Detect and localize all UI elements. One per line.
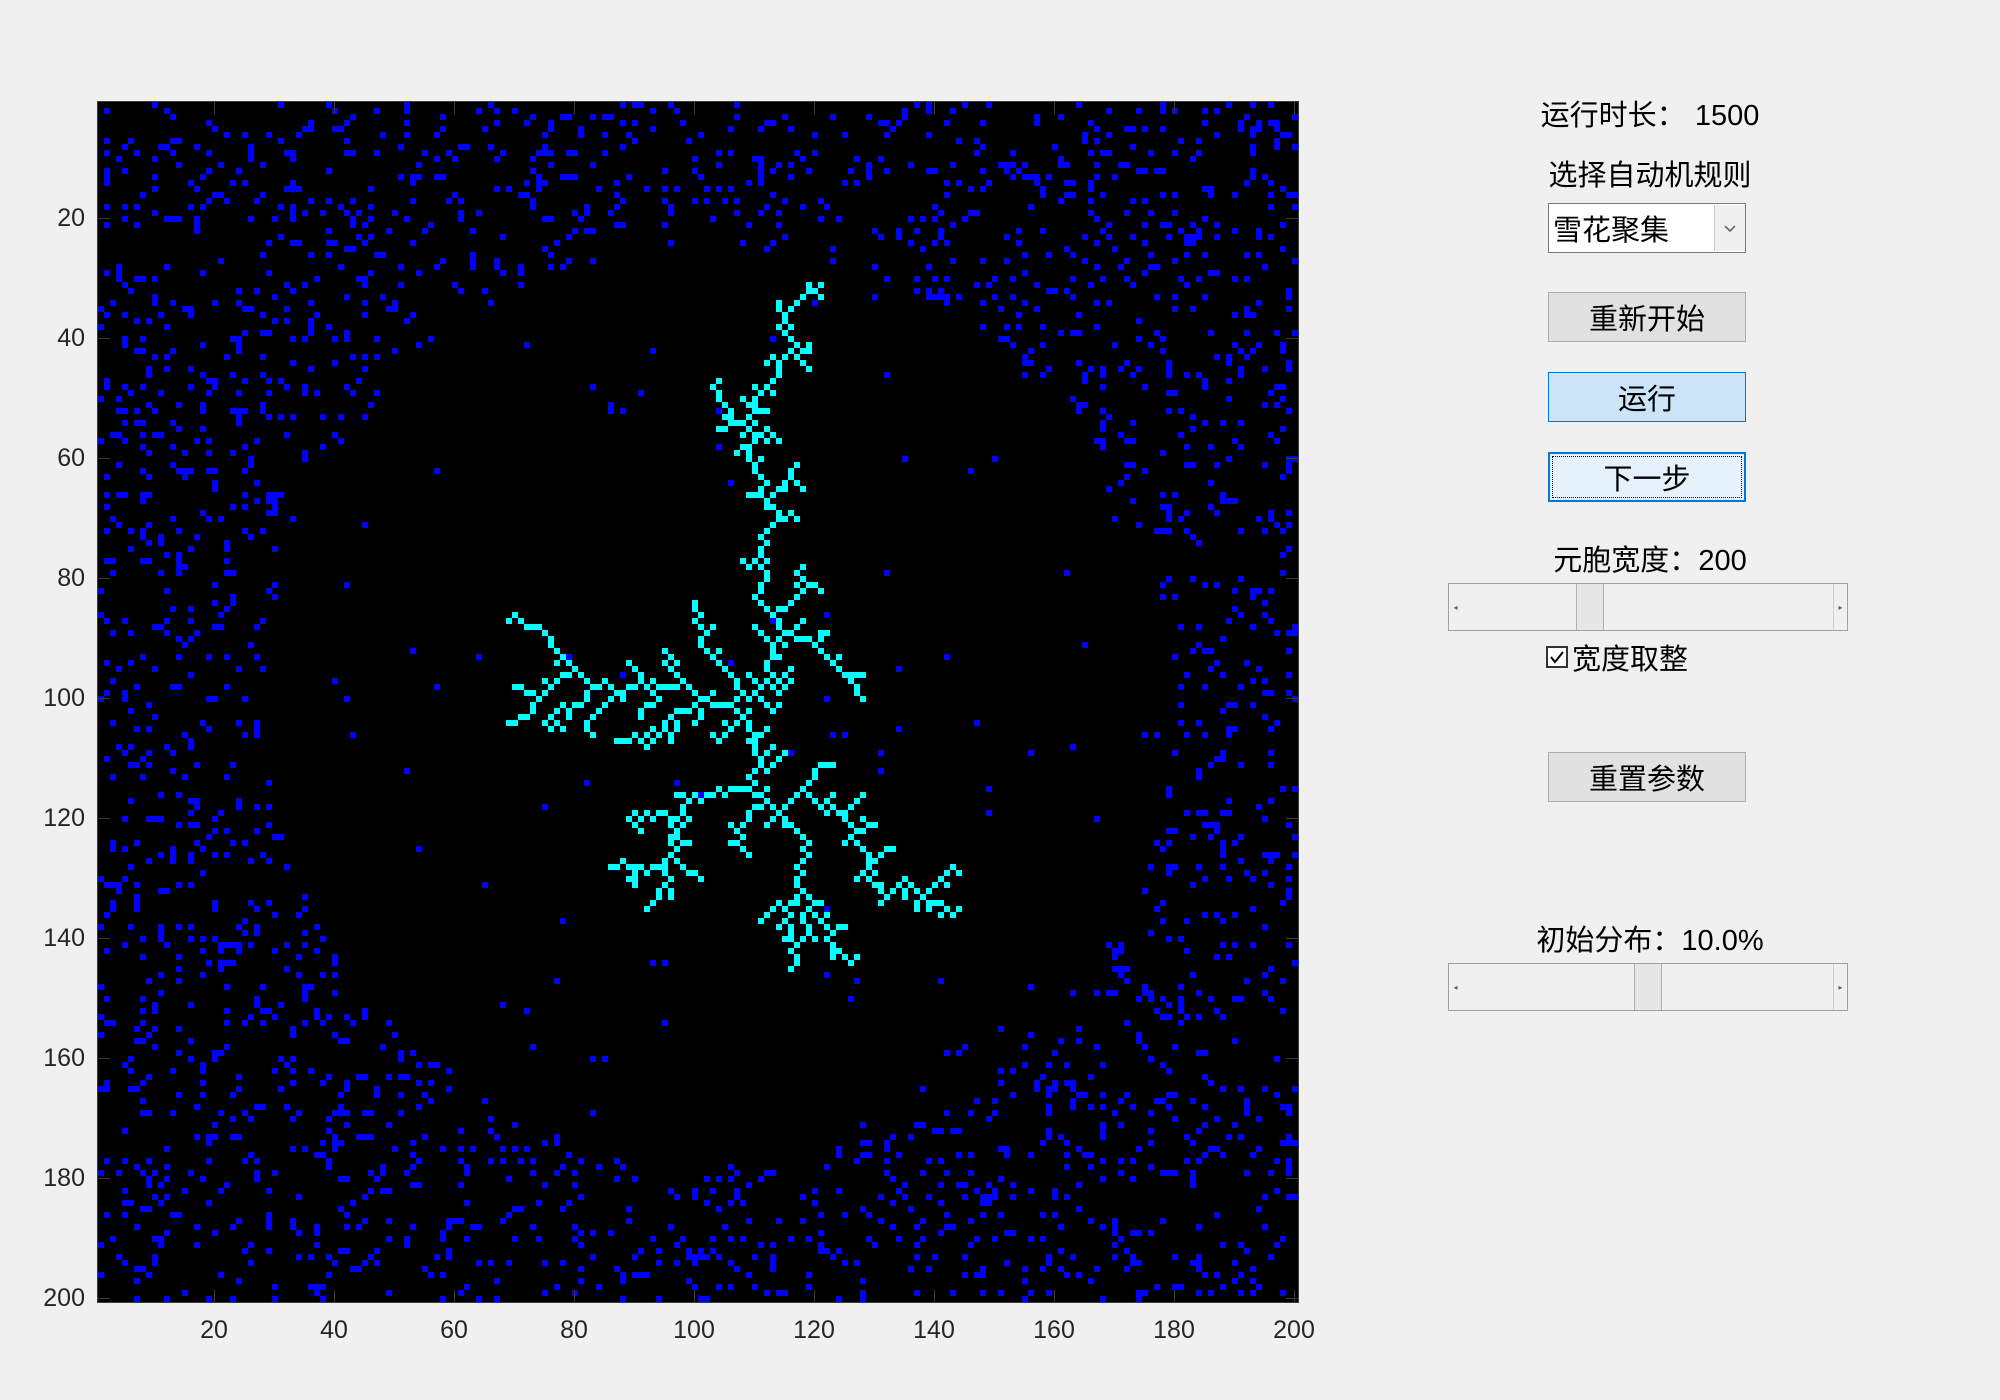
x-tick-mark (454, 102, 455, 114)
slider-thumb[interactable] (1634, 964, 1662, 1010)
y-tick-mark (98, 1178, 110, 1179)
x-tick-mark (1054, 102, 1055, 114)
x-tick-mark (1294, 102, 1295, 114)
runtime-label: 运行时长： (1540, 98, 1686, 132)
init-dist-label: 初始分布： (1536, 923, 1682, 957)
rule-label: 选择自动机规则 (1548, 158, 1752, 192)
run-button[interactable]: 运行 (1548, 372, 1746, 422)
slider-right-arrow-icon[interactable]: ▸ (1833, 584, 1847, 630)
x-tick-mark (814, 102, 815, 114)
y-tick-mark (1286, 698, 1298, 699)
restart-button[interactable]: 重新开始 (1548, 292, 1746, 342)
cellular-automaton-window: 20 40 60 80 100 120 140 160 180 200 20 40 60 80 100 120… (0, 0, 2000, 1400)
x-tick-label: 100 (673, 1316, 715, 1344)
automaton-grid-image (98, 102, 1298, 1302)
automaton-grid-axes (97, 101, 1299, 1303)
y-tick-mark (98, 1298, 110, 1299)
x-tick-mark (334, 102, 335, 114)
y-tick-label: 140 (43, 924, 85, 952)
round-width-checkbox-row[interactable]: 宽度取整 (1546, 637, 1688, 677)
y-tick-label: 160 (43, 1044, 85, 1072)
reset-params-button[interactable]: 重置参数 (1548, 752, 1746, 802)
x-tick-label: 80 (560, 1316, 588, 1344)
x-tick-mark (214, 102, 215, 114)
y-tick-mark (1286, 338, 1298, 339)
x-tick-mark (214, 1290, 215, 1302)
y-tick-mark (98, 1058, 110, 1059)
y-tick-mark (1286, 1058, 1298, 1059)
y-tick-mark (98, 578, 110, 579)
y-tick-mark (1286, 578, 1298, 579)
y-tick-mark (1286, 458, 1298, 459)
chevron-down-icon[interactable] (1714, 205, 1745, 251)
round-width-checkbox-label: 宽度取整 (1572, 642, 1689, 676)
x-tick-mark (1294, 1290, 1295, 1302)
y-tick-mark (1286, 938, 1298, 939)
rule-dropdown-value: 雪花聚集 (1553, 213, 1670, 247)
y-tick-label: 100 (43, 684, 85, 712)
slider-track[interactable] (1462, 584, 1834, 630)
y-tick-mark (98, 938, 110, 939)
y-tick-mark (1286, 818, 1298, 819)
y-tick-label: 180 (43, 1164, 85, 1192)
x-tick-label: 200 (1273, 1316, 1315, 1344)
y-tick-mark (98, 818, 110, 819)
x-tick-mark (1054, 1290, 1055, 1302)
x-tick-mark (694, 102, 695, 114)
init-dist-readout: 初始分布：10.0% (1500, 917, 1800, 959)
x-tick-mark (454, 1290, 455, 1302)
y-tick-label: 40 (57, 324, 85, 352)
round-width-checkbox[interactable] (1546, 646, 1568, 668)
rule-dropdown[interactable]: 雪花聚集 (1548, 203, 1746, 253)
x-tick-label: 40 (320, 1316, 348, 1344)
x-tick-mark (934, 1290, 935, 1302)
init-dist-slider[interactable]: ◂ ▸ (1448, 963, 1848, 1011)
slider-left-arrow-icon[interactable]: ◂ (1449, 584, 1463, 630)
cell-width-readout: 元胞宽度：200 (1500, 537, 1800, 579)
y-tick-mark (98, 338, 110, 339)
slider-thumb[interactable] (1576, 584, 1604, 630)
next-step-button[interactable]: 下一步 (1548, 452, 1746, 502)
x-tick-mark (694, 1290, 695, 1302)
x-tick-mark (574, 1290, 575, 1302)
checkmark-icon (1550, 651, 1564, 664)
x-tick-mark (1174, 102, 1175, 114)
x-tick-mark (934, 102, 935, 114)
x-tick-mark (334, 1290, 335, 1302)
x-tick-mark (814, 1290, 815, 1302)
x-tick-mark (574, 102, 575, 114)
slider-track[interactable] (1462, 964, 1834, 1010)
x-tick-label: 180 (1153, 1316, 1195, 1344)
x-tick-label: 160 (1033, 1316, 1075, 1344)
slider-left-arrow-icon[interactable]: ◂ (1449, 964, 1463, 1010)
slider-right-arrow-icon[interactable]: ▸ (1833, 964, 1847, 1010)
y-tick-label: 120 (43, 804, 85, 832)
y-tick-mark (98, 698, 110, 699)
init-dist-value: 10.0% (1681, 925, 1764, 957)
y-tick-mark (1286, 1298, 1298, 1299)
cell-width-label: 元胞宽度： (1553, 543, 1699, 577)
y-tick-mark (1286, 218, 1298, 219)
y-tick-label: 60 (57, 444, 85, 472)
x-tick-label: 140 (913, 1316, 955, 1344)
runtime-value: 1500 (1694, 100, 1760, 132)
y-tick-mark (1286, 1178, 1298, 1179)
y-tick-label: 80 (57, 564, 85, 592)
x-tick-label: 120 (793, 1316, 835, 1344)
y-tick-mark (98, 218, 110, 219)
runtime-readout: 运行时长： 1500 (1500, 92, 1800, 134)
y-tick-mark (98, 458, 110, 459)
y-tick-label: 20 (57, 204, 85, 232)
cell-width-slider[interactable]: ◂ ▸ (1448, 583, 1848, 631)
x-tick-label: 60 (440, 1316, 468, 1344)
y-tick-label: 200 (43, 1284, 85, 1312)
cell-width-value: 200 (1698, 545, 1747, 577)
x-tick-mark (1174, 1290, 1175, 1302)
x-tick-label: 20 (200, 1316, 228, 1344)
